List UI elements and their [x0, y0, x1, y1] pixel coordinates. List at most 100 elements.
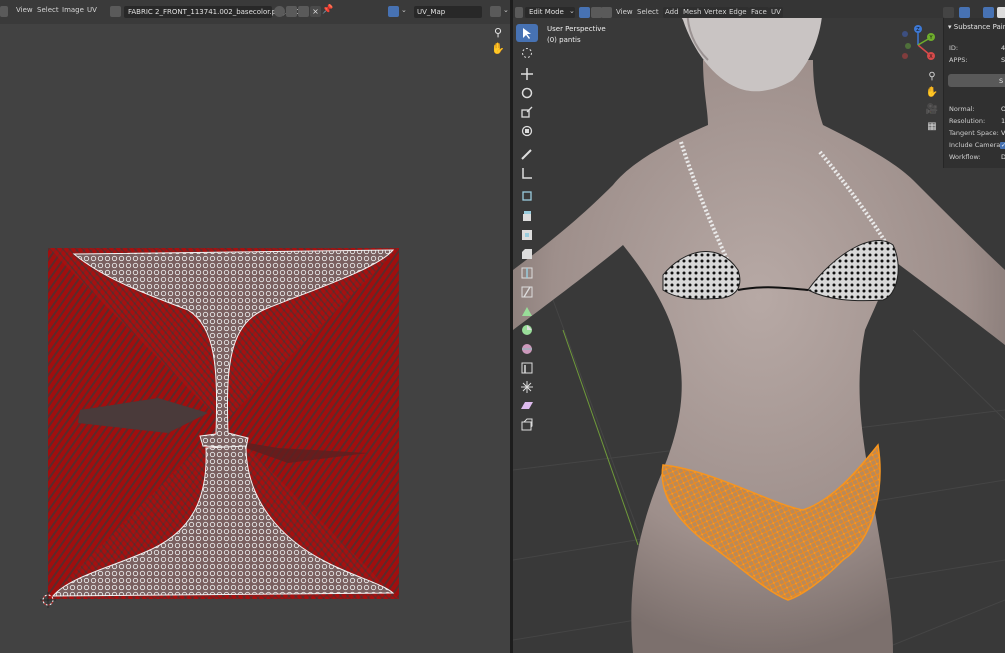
resolution-value[interactable]: 1 [1001, 117, 1005, 125]
scale-tool[interactable] [516, 103, 538, 121]
apps-value: S [1001, 56, 1005, 64]
3d-viewport[interactable]: Edit Mode ⌄ View Select Add Mesh Vertex … [513, 0, 1005, 653]
menu-image[interactable]: Image [62, 6, 84, 14]
cursor-arrow-icon [523, 28, 531, 39]
gizmo-x-label: X [929, 54, 933, 60]
camera-icon[interactable]: 🎥 [925, 103, 939, 117]
overlay-toggle-icon[interactable] [959, 7, 970, 18]
close-icon[interactable]: × [310, 6, 321, 17]
y-axis-line [562, 329, 639, 546]
tool-shelf [516, 24, 538, 434]
navigation-gizmo[interactable]: Z X Y [895, 22, 941, 68]
resolution-label: Resolution: [949, 117, 986, 125]
apps-label: APPS: [949, 56, 968, 64]
measure-tool[interactable] [516, 164, 538, 182]
menu-mesh[interactable]: Mesh [681, 7, 704, 18]
fake-user-icon[interactable] [274, 6, 285, 17]
move-tool[interactable] [516, 65, 538, 83]
workflow-value[interactable]: D [1001, 153, 1005, 161]
menu-uv[interactable]: UV [87, 6, 97, 14]
bevel-tool[interactable] [516, 245, 538, 263]
shading-solid-icon[interactable] [997, 7, 1005, 18]
poly-build-icon [522, 307, 532, 316]
2d-cursor-icon[interactable] [40, 592, 56, 608]
transform-icon [521, 125, 533, 137]
mode-select-value: Edit Mode [529, 8, 564, 16]
display-mode-icon[interactable] [490, 6, 501, 17]
knife-tool[interactable] [516, 283, 538, 301]
zoom-icon[interactable]: ⚲ [491, 26, 505, 40]
annotate-tool[interactable] [516, 145, 538, 163]
3d-cursor-icon [522, 48, 532, 58]
menu-uv[interactable]: UV [769, 7, 783, 18]
poly-build-tool[interactable] [516, 302, 538, 320]
open-image-icon[interactable] [298, 6, 309, 17]
shrink-fatten-tool[interactable] [516, 378, 538, 396]
uv-texture-image[interactable] [48, 248, 399, 599]
uv-map-text: UV_Map [417, 8, 446, 16]
vertex-select-icon[interactable] [579, 7, 590, 18]
pan-hand-icon[interactable]: ✋ [491, 42, 505, 56]
include-camera-checkbox[interactable]: ✓ [1000, 142, 1005, 149]
viewport-header: Edit Mode ⌄ View Select Add Mesh Vertex … [513, 0, 1005, 18]
id-label: ID: [949, 44, 959, 52]
panel-title[interactable]: ▾ Substance Paint [948, 23, 1005, 31]
image-name-field[interactable]: FABRIC 2_FRONT_113741.002_basecolor.png.… [124, 6, 301, 18]
grid-view-icon[interactable]: ▦ [925, 120, 939, 134]
menu-select[interactable]: Select [637, 8, 659, 16]
edge-slide-tool[interactable] [516, 359, 538, 377]
zoom-icon[interactable]: ⚲ [925, 70, 939, 84]
new-image-icon[interactable] [286, 6, 297, 17]
tangent-space-value[interactable]: V [1001, 129, 1005, 137]
sync-selection-icon[interactable] [388, 6, 399, 17]
bevel-icon [522, 249, 532, 259]
menu-edge[interactable]: Edge [727, 7, 749, 18]
chevron-down-icon[interactable]: ⌄ [569, 7, 575, 15]
sidebar-panel: ▾ Substance Paint ID: 40 APPS: S S Norma… [943, 18, 1005, 168]
workflow-label: Workflow: [949, 153, 981, 161]
scale-icon [521, 106, 533, 118]
pan-hand-icon[interactable]: ✋ [925, 86, 939, 100]
normal-label: Normal: [949, 105, 975, 113]
rotate-tool[interactable] [516, 84, 538, 102]
menu-view[interactable]: View [16, 6, 33, 14]
normal-value[interactable]: O [1001, 105, 1005, 113]
smooth-tool[interactable] [516, 340, 538, 358]
image-browse-icon[interactable] [110, 6, 121, 17]
id-value: 40 [1001, 44, 1005, 52]
ruler-icon [522, 168, 532, 179]
select-box-tool[interactable] [516, 24, 538, 42]
rip-region-tool[interactable] [516, 416, 538, 434]
pin-icon[interactable]: 📌 [322, 5, 333, 15]
gizmo-toggle-icon[interactable] [943, 7, 954, 18]
menu-face[interactable]: Face [749, 7, 769, 18]
uv-editor[interactable]: View Select Image UV FABRIC 2_FRONT_1137… [0, 0, 510, 653]
inset-tool[interactable] [516, 226, 538, 244]
add-cube-tool[interactable] [516, 186, 538, 204]
editor-type-icon[interactable] [515, 7, 523, 18]
send-button[interactable]: S [948, 74, 1005, 87]
menu-add[interactable]: Add [663, 7, 681, 18]
viewport-info: User Perspective (0) pantis [547, 24, 606, 46]
menu-select[interactable]: Select [37, 6, 59, 14]
loop-cut-tool[interactable] [516, 264, 538, 282]
face-select-icon[interactable] [601, 7, 612, 18]
shrink-fatten-icon [521, 381, 533, 393]
extrude-tool[interactable] [516, 207, 538, 225]
mode-select[interactable]: Edit Mode [525, 7, 575, 18]
shear-icon [521, 402, 533, 409]
shear-tool[interactable] [516, 397, 538, 415]
menu-vertex[interactable]: Vertex [702, 7, 729, 18]
include-camera-label: Include Camera: [949, 141, 1003, 149]
extrude-icon [523, 211, 531, 221]
editor-type-icon[interactable] [0, 6, 8, 17]
menu-view[interactable]: View [616, 8, 633, 16]
chevron-down-icon[interactable]: ⌄ [503, 6, 509, 14]
cursor-tool[interactable] [516, 44, 538, 62]
xray-toggle-icon[interactable] [983, 7, 994, 18]
smooth-icon [522, 344, 532, 354]
spin-tool[interactable] [516, 321, 538, 339]
uv-map-field[interactable]: UV_Map [414, 6, 482, 18]
transform-tool[interactable] [516, 122, 538, 140]
chevron-down-icon[interactable]: ⌄ [401, 6, 407, 14]
